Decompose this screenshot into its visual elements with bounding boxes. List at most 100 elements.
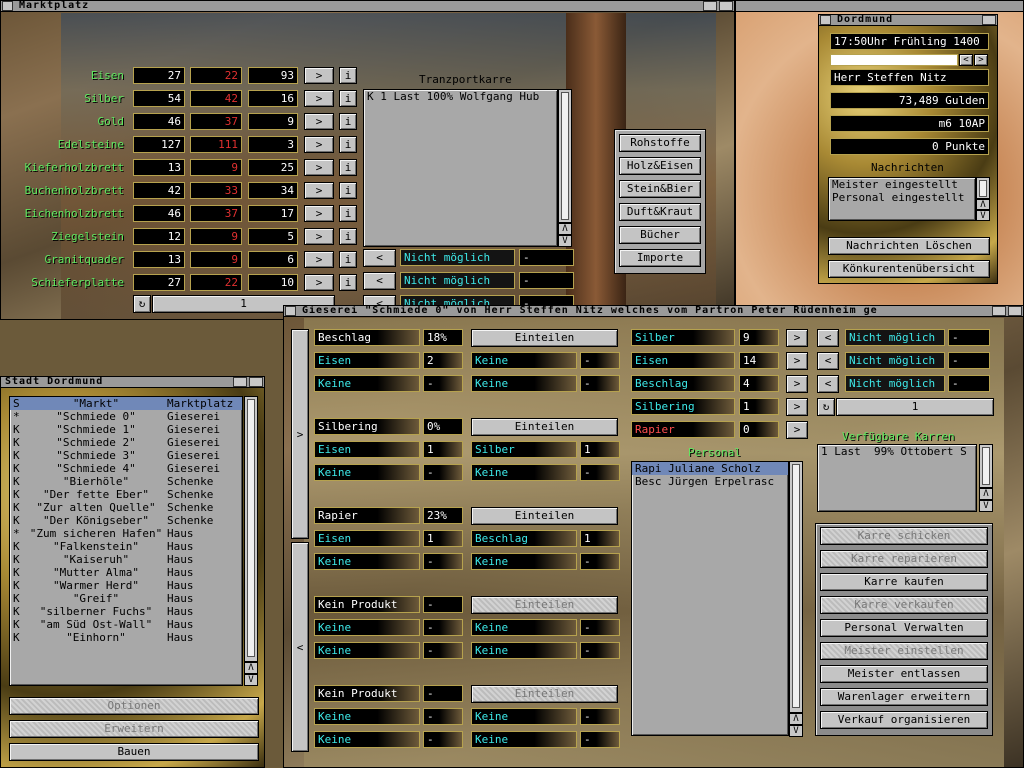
news-list[interactable]: Meister eingestellt Personal eingestellt	[828, 177, 976, 221]
product-name[interactable]: Beschlag	[314, 329, 420, 346]
depth-icon[interactable]	[982, 15, 996, 25]
building-row[interactable]: K "am Süd Ost-Wall" Haus	[10, 618, 242, 631]
category-button[interactable]: Bücher	[619, 226, 701, 244]
building-row[interactable]: K "Zur alten Quelle" Schenke	[10, 501, 242, 514]
scroll-up-icon[interactable]: Λ	[976, 199, 990, 210]
close-icon[interactable]	[2, 1, 13, 11]
personal-item[interactable]: Rapi Juliane Scholz	[632, 462, 788, 475]
clear-news-button[interactable]: Nachrichten Löschen	[828, 237, 990, 255]
category-button[interactable]: Rohstoffe	[619, 134, 701, 152]
stock-back-button[interactable]: <	[817, 329, 839, 347]
category-button[interactable]: Holz&Eisen	[619, 157, 701, 175]
input-material-a[interactable]: Keine	[314, 708, 420, 725]
category-button[interactable]: Duft&Kraut	[619, 203, 701, 221]
input-material-b[interactable]: Keine	[471, 464, 577, 481]
product-name[interactable]: Rapier	[314, 507, 420, 524]
info-button[interactable]: i	[339, 136, 357, 153]
assign-button[interactable]: Einteilen	[471, 685, 618, 703]
stock-sell-button[interactable]: >	[786, 329, 808, 347]
stadt-titlebar[interactable]: Stadt Dordmund	[1, 377, 264, 388]
category-button[interactable]: Importe	[619, 249, 701, 267]
close-icon[interactable]	[820, 15, 831, 25]
building-row[interactable]: S "Markt" Marktplatz	[10, 397, 242, 410]
product-name[interactable]: Kein Produkt	[314, 685, 420, 702]
input-material-b[interactable]: Keine	[471, 708, 577, 725]
page-right-button[interactable]: >	[291, 329, 309, 539]
assign-button[interactable]: Einteilen	[471, 329, 618, 347]
transport-item[interactable]: K 1 Last 100% Wolfgang Hub	[364, 90, 557, 103]
product-name[interactable]: Kein Produkt	[314, 596, 420, 613]
building-row[interactable]: K "Der fette Eber" Schenke	[10, 488, 242, 501]
stock-sell-button[interactable]: >	[786, 398, 808, 416]
stock-back-button[interactable]: <	[817, 375, 839, 393]
assign-button[interactable]: Einteilen	[471, 596, 618, 614]
info-button[interactable]: i	[339, 159, 357, 176]
scroll-down-icon[interactable]: V	[976, 210, 990, 221]
info-button[interactable]: i	[339, 251, 357, 268]
stock-name[interactable]: Beschlag	[631, 375, 735, 392]
input-material-b[interactable]: Silber	[471, 441, 577, 458]
zoom-icon[interactable]	[703, 1, 717, 11]
status-titlebar[interactable]: Dordmund	[819, 15, 997, 26]
sell-button[interactable]: >	[304, 274, 334, 291]
personal-item[interactable]: Besc Jürgen Erpelrasc	[632, 475, 788, 488]
category-button[interactable]: Stein&Bier	[619, 180, 701, 198]
input-material-a[interactable]: Keine	[314, 553, 420, 570]
depth-icon[interactable]	[719, 1, 733, 11]
assign-button[interactable]: Einteilen	[471, 418, 618, 436]
building-list[interactable]: S "Markt" Marktplatz * "Schmiede 0" Gieserei K…	[9, 396, 243, 686]
time-right-button[interactable]: >	[974, 54, 988, 66]
input-material-a[interactable]: Keine	[314, 619, 420, 636]
action-button[interactable]: Karre schicken	[820, 527, 988, 545]
options-button[interactable]: Optionen	[9, 697, 259, 715]
zoom-icon[interactable]	[992, 306, 1006, 316]
sell-button[interactable]: >	[304, 159, 334, 176]
scroll-up-icon[interactable]: Λ	[979, 488, 993, 500]
input-material-a[interactable]: Keine	[314, 464, 420, 481]
building-row[interactable]: K "Der Königseber" Schenke	[10, 514, 242, 527]
scroll-up-icon[interactable]: Λ	[789, 713, 803, 725]
stock-sell-button[interactable]: >	[786, 352, 808, 370]
sell-button[interactable]: >	[304, 205, 334, 222]
input-material-a[interactable]: Eisen	[314, 352, 420, 369]
scroll-down-icon[interactable]: V	[244, 674, 258, 686]
building-row[interactable]: K "Einhorn" Haus	[10, 631, 242, 644]
action-button[interactable]: Karre verkaufen	[820, 596, 988, 614]
transport-scrollbar[interactable]	[558, 89, 572, 223]
news-item[interactable]: Meister eingestellt	[829, 178, 975, 191]
input-material-a[interactable]: Keine	[314, 642, 420, 659]
building-row[interactable]: K "Schmiede 3" Gieserei	[10, 449, 242, 462]
stock-name[interactable]: Silbering	[631, 398, 735, 415]
stock-name[interactable]: Rapier	[631, 421, 735, 438]
time-left-button[interactable]: <	[959, 54, 973, 66]
news-item[interactable]: Personal eingestellt	[829, 191, 975, 204]
info-button[interactable]: i	[339, 113, 357, 130]
building-row[interactable]: * "Zum sicheren Hafen" Haus	[10, 527, 242, 540]
action-button[interactable]: Verkauf organisieren	[820, 711, 988, 729]
assign-button[interactable]: Einteilen	[471, 507, 618, 525]
sell-button[interactable]: >	[304, 136, 334, 153]
input-material-a[interactable]: Keine	[314, 375, 420, 392]
building-row[interactable]: K "Warmer Herd" Haus	[10, 579, 242, 592]
quantity-slider[interactable]: 1	[836, 398, 994, 416]
sell-button[interactable]: >	[304, 113, 334, 130]
sell-button[interactable]: >	[304, 90, 334, 107]
building-row[interactable]: K "Schmiede 4" Gieserei	[10, 462, 242, 475]
building-row[interactable]: K "Falkenstein" Haus	[10, 540, 242, 553]
stock-name[interactable]: Eisen	[631, 352, 735, 369]
sell-button[interactable]: >	[304, 67, 334, 84]
stock-name[interactable]: Silber	[631, 329, 735, 346]
building-row[interactable]: K "Bierhöle" Schenke	[10, 475, 242, 488]
input-material-a[interactable]: Eisen	[314, 530, 420, 547]
personal-scrollbar[interactable]	[789, 461, 803, 713]
info-button[interactable]: i	[339, 274, 357, 291]
stock-sell-button[interactable]: >	[786, 421, 808, 439]
input-material-b[interactable]: Keine	[471, 553, 577, 570]
expand-button[interactable]: Erweitern	[9, 720, 259, 738]
carts-list[interactable]: 1 Last 99% Ottobert S	[817, 444, 977, 512]
input-material-b[interactable]: Keine	[471, 375, 577, 392]
action-button[interactable]: Meister entlassen	[820, 665, 988, 683]
info-button[interactable]: i	[339, 67, 357, 84]
action-button[interactable]: Karre kaufen	[820, 573, 988, 591]
input-material-a[interactable]: Keine	[314, 731, 420, 748]
